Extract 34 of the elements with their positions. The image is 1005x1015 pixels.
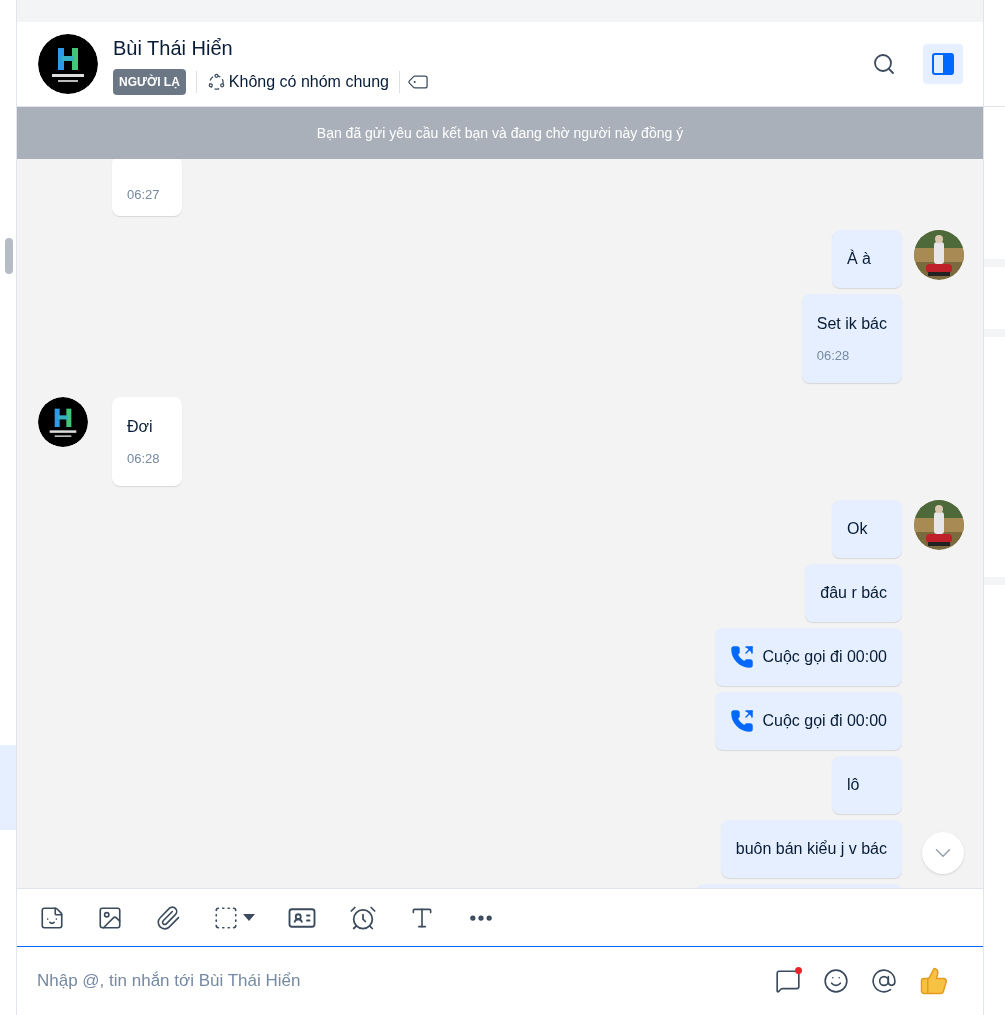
paperclip-icon[interactable] bbox=[155, 904, 181, 931]
banner-text: Bạn đã gửi yêu cầu kết bạn và đang chờ người này đồng ý bbox=[316, 123, 684, 143]
groups-link[interactable]: Không có nhóm chung bbox=[206, 70, 389, 94]
dashed-square-icon bbox=[213, 904, 239, 931]
contact-name[interactable]: Bùi Thái Hiển bbox=[113, 33, 857, 63]
smile-icon[interactable] bbox=[823, 968, 849, 994]
circle-nodes-icon bbox=[206, 72, 226, 92]
message-text: Cuộc gọi đi 00:00 bbox=[762, 647, 887, 667]
outgoing-call-icon bbox=[730, 645, 755, 669]
message-text: Set ik bác bbox=[816, 313, 887, 334]
search-icon[interactable] bbox=[872, 52, 896, 76]
outgoing-call-icon bbox=[730, 709, 755, 733]
message-time: 06:27 bbox=[127, 185, 161, 204]
message-time: 06:28 bbox=[127, 449, 161, 468]
speech-bubble-icon[interactable] bbox=[775, 968, 801, 994]
thumbs-up-icon[interactable] bbox=[919, 966, 949, 996]
message-text: Cuộc gọi đi 00:00 bbox=[762, 711, 887, 731]
info-panel-toggle[interactable] bbox=[923, 44, 963, 84]
message-text: đâu r bác bbox=[820, 583, 887, 603]
at-sign-icon[interactable] bbox=[871, 968, 897, 994]
image-icon[interactable] bbox=[97, 904, 123, 931]
scrollbar-thumb[interactable] bbox=[5, 238, 13, 274]
message-text: buôn bán kiểu j v bác bbox=[735, 839, 887, 859]
message-text: Ok bbox=[847, 519, 869, 539]
message-text: À à bbox=[847, 248, 872, 269]
message-text: lô bbox=[847, 775, 861, 795]
message-input[interactable]: Nhập @, tin nhắn tới Bùi Thái Hiển bbox=[37, 968, 753, 994]
caret-icon bbox=[243, 914, 255, 921]
sticker-icon[interactable] bbox=[39, 904, 65, 931]
stranger-tag: NGƯỜI LẠ bbox=[113, 69, 186, 95]
side-panel-icon bbox=[932, 53, 954, 75]
message-time: 06:28 bbox=[816, 346, 851, 365]
message-text: Đơi bbox=[127, 416, 154, 437]
screenshot-button[interactable] bbox=[213, 904, 255, 931]
